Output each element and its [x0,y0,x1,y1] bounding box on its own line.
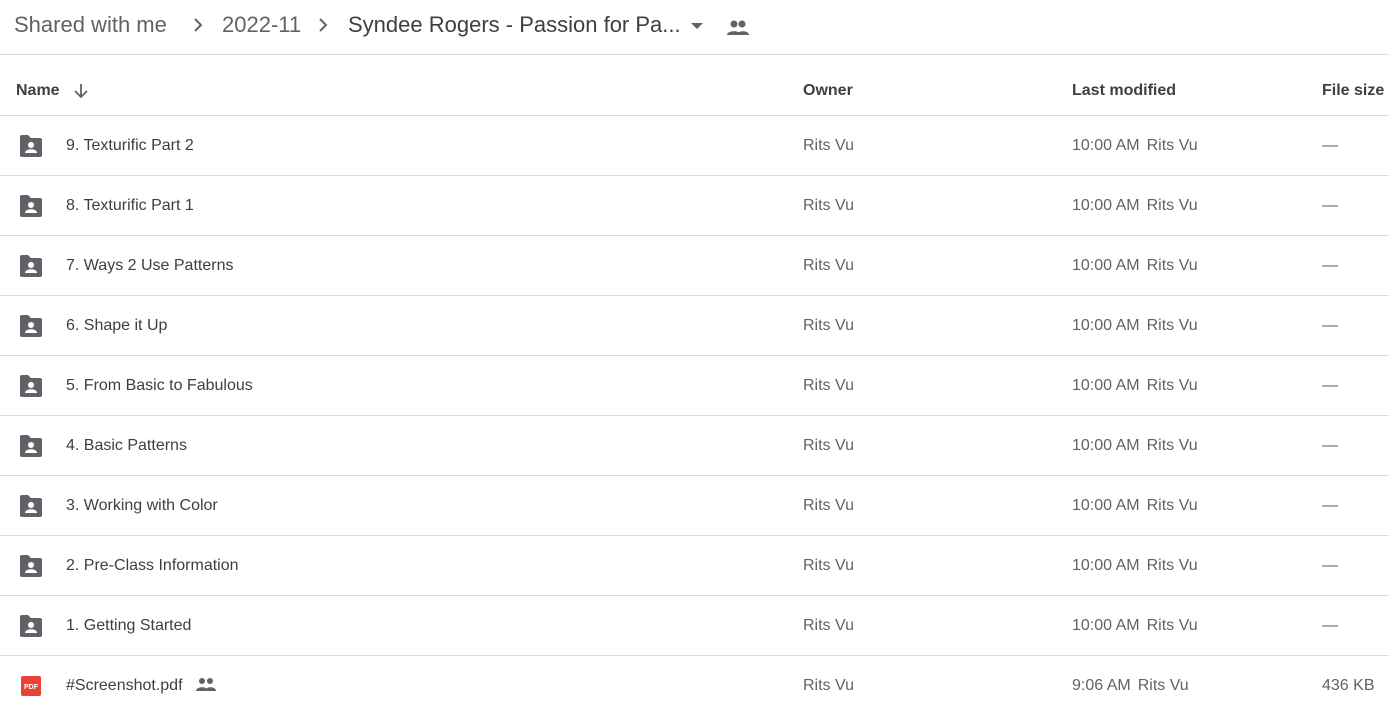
table-row[interactable]: 3. Working with Color Rits Vu 10:00 AM Ri… [0,476,1389,536]
modified-by: Rits Vu [1146,257,1198,274]
pdf-icon: PDF [21,676,41,696]
last-modified: 10:00 AM Rits Vu [1072,356,1198,416]
shared-folder-icon [20,315,42,337]
owner: Rits Vu [803,317,854,334]
shared-folder-icon [20,375,42,397]
breadcrumb: Shared with me 2022-11 Syndee Rogers - P… [0,0,1389,55]
modified-time: 10:00 AM [1072,197,1140,214]
shared-folder-icon [20,555,42,577]
table-row[interactable]: 5. From Basic to Fabulous Rits Vu 10:00 … [0,356,1389,416]
last-modified: 10:00 AM Rits Vu [1072,416,1198,476]
last-modified: 10:00 AM Rits Vu [1072,476,1198,536]
last-modified: 10:00 AM Rits Vu [1072,236,1198,296]
people-icon [196,678,216,691]
file-size: 436 KB [1322,677,1375,694]
file-name[interactable]: 3. Working with Color [66,476,218,536]
last-modified: 10:00 AM Rits Vu [1072,296,1198,356]
owner: Rits Vu [803,437,854,454]
table-row[interactable]: 4. Basic Patterns Rits Vu 10:00 AM Rits V… [0,416,1389,476]
modified-by: Rits Vu [1146,557,1198,574]
breadcrumb-item-shared-with-me[interactable]: Shared with me [14,10,167,40]
file-size: — [1322,257,1338,274]
chevron-right-icon [194,18,203,32]
shared-folder-icon [20,435,42,457]
modified-time: 10:00 AM [1072,317,1140,334]
modified-by: Rits Vu [1146,317,1198,334]
chevron-right-icon [319,18,328,32]
shared-folder-icon [20,495,42,517]
file-size: — [1322,377,1338,394]
table-header: Name Owner Last modified File size [0,56,1389,116]
owner: Rits Vu [803,677,854,694]
owner: Rits Vu [803,197,854,214]
owner: Rits Vu [803,617,854,634]
modified-by: Rits Vu [1146,377,1198,394]
column-header-last-modified[interactable]: Last modified [1072,56,1176,115]
modified-time: 9:06 AM [1072,677,1131,694]
owner: Rits Vu [803,137,854,154]
file-name[interactable]: 4. Basic Patterns [66,416,187,476]
modified-by: Rits Vu [1146,137,1198,154]
modified-time: 10:00 AM [1072,257,1140,274]
shared-folder-icon [20,255,42,277]
svg-text:PDF: PDF [24,684,39,691]
shared-folder-icon [20,195,42,217]
modified-time: 10:00 AM [1072,557,1140,574]
owner: Rits Vu [803,497,854,514]
modified-by: Rits Vu [1146,437,1198,454]
file-list: 9. Texturific Part 2 Rits Vu 10:00 AM Rit… [0,116,1389,716]
modified-by: Rits Vu [1146,617,1198,634]
breadcrumb-item-2022-11[interactable]: 2022-11 [222,10,301,40]
owner: Rits Vu [803,257,854,274]
owner: Rits Vu [803,377,854,394]
last-modified: 10:00 AM Rits Vu [1072,116,1198,176]
last-modified: 10:00 AM Rits Vu [1072,536,1198,596]
modified-time: 10:00 AM [1072,137,1140,154]
column-header-file-size[interactable]: File size [1322,56,1384,115]
shared-folder-icon [20,135,42,157]
file-name[interactable]: #Screenshot.pdf [66,656,183,716]
file-name[interactable]: 9. Texturific Part 2 [66,116,194,176]
file-size: — [1322,617,1338,634]
file-name[interactable]: 1. Getting Started [66,596,191,656]
people-icon [727,20,749,35]
file-size: — [1322,437,1338,454]
file-name[interactable]: 6. Shape it Up [66,296,167,356]
table-row[interactable]: 7. Ways 2 Use Patterns Rits Vu 10:00 AM R… [0,236,1389,296]
table-row[interactable]: 2. Pre-Class Information Rits Vu 10:00 A… [0,536,1389,596]
modified-time: 10:00 AM [1072,377,1140,394]
breadcrumb-item-current-folder[interactable]: Syndee Rogers - Passion for Pa... [348,10,681,40]
last-modified: 10:00 AM Rits Vu [1072,176,1198,236]
modified-time: 10:00 AM [1072,617,1140,634]
file-size: — [1322,557,1338,574]
table-row[interactable]: PDF #Screenshot.pdf Rits Vu 9:06 AM Rits … [0,656,1389,716]
last-modified: 10:00 AM Rits Vu [1072,596,1198,656]
owner: Rits Vu [803,557,854,574]
modified-by: Rits Vu [1137,677,1189,694]
table-row[interactable]: 6. Shape it Up Rits Vu 10:00 AM Rits Vu — [0,296,1389,356]
file-name[interactable]: 8. Texturific Part 1 [66,176,194,236]
file-size: — [1322,317,1338,334]
arrow-drop-down-icon[interactable] [684,13,710,39]
shared-folder-icon [20,615,42,637]
arrow-down-icon[interactable] [71,81,91,101]
column-header-name[interactable]: Name [16,56,60,115]
file-name[interactable]: 5. From Basic to Fabulous [66,356,253,416]
file-name[interactable]: 2. Pre-Class Information [66,536,239,596]
file-size: — [1322,197,1338,214]
file-size: — [1322,497,1338,514]
modified-time: 10:00 AM [1072,437,1140,454]
modified-time: 10:00 AM [1072,497,1140,514]
modified-by: Rits Vu [1146,197,1198,214]
file-size: — [1322,137,1338,154]
modified-by: Rits Vu [1146,497,1198,514]
table-row[interactable]: 1. Getting Started Rits Vu 10:00 AM Rits … [0,596,1389,656]
table-row[interactable]: 8. Texturific Part 1 Rits Vu 10:00 AM Rit… [0,176,1389,236]
last-modified: 9:06 AM Rits Vu [1072,656,1189,716]
column-header-owner[interactable]: Owner [803,56,853,115]
file-name[interactable]: 7. Ways 2 Use Patterns [66,236,233,296]
table-row[interactable]: 9. Texturific Part 2 Rits Vu 10:00 AM Rit… [0,116,1389,176]
